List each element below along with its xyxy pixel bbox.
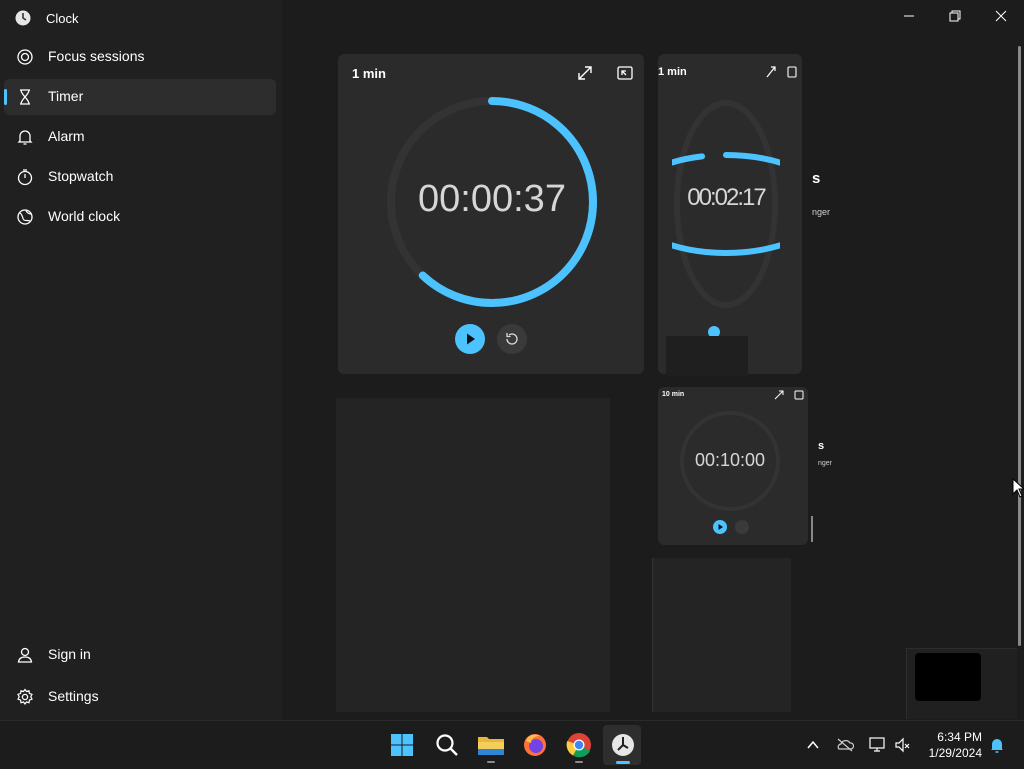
timer-time: 00:10:00 xyxy=(694,450,766,470)
nav-item-settings[interactable]: Settings xyxy=(4,679,276,715)
firefox-icon[interactable] xyxy=(519,729,551,761)
notification-bell-icon[interactable] xyxy=(988,736,1006,754)
expand-icon[interactable] xyxy=(774,390,784,400)
timer-title: 10 min xyxy=(662,391,685,398)
focus-icon xyxy=(17,49,33,65)
text-fragment: nger xyxy=(818,460,833,467)
timer-title: 1 min xyxy=(658,66,687,78)
play-icon xyxy=(718,524,723,530)
nav-item-alarm[interactable]: Alarm xyxy=(4,119,276,155)
overlay-block xyxy=(666,336,748,376)
nav-item-stopwatch[interactable]: Stopwatch xyxy=(4,159,276,195)
nav-label: Settings xyxy=(48,688,99,704)
stopwatch-icon xyxy=(17,169,33,186)
bell-icon xyxy=(17,130,33,145)
running-indicator xyxy=(487,761,495,763)
overlay-panel xyxy=(906,648,1017,719)
network-icon[interactable] xyxy=(868,736,886,754)
nav-label: Timer xyxy=(48,88,84,104)
keep-on-top-icon[interactable] xyxy=(794,390,804,400)
nav-label: World clock xyxy=(48,208,121,224)
nav-item-world-clock[interactable]: World clock xyxy=(4,199,276,235)
black-block xyxy=(915,653,981,701)
timer-time: 00:02:17 xyxy=(687,184,766,211)
minimize-button[interactable] xyxy=(886,0,932,32)
play-icon xyxy=(467,333,475,345)
app-title: Clock xyxy=(46,11,79,26)
reset-icon xyxy=(506,333,518,345)
scrollbar[interactable] xyxy=(1018,46,1021,646)
timer-card[interactable]: 10 min 00:10:00 xyxy=(658,387,808,545)
close-button[interactable] xyxy=(978,0,1024,32)
search-icon[interactable] xyxy=(431,729,463,761)
play-button[interactable] xyxy=(455,324,485,354)
mouse-cursor-icon xyxy=(1012,478,1024,498)
volume-muted-icon[interactable] xyxy=(894,736,912,754)
nav-item-timer[interactable]: Timer xyxy=(4,79,276,115)
active-indicator xyxy=(616,761,630,764)
active-indicator xyxy=(4,89,7,105)
keep-on-top-icon[interactable] xyxy=(616,64,634,82)
clock-app-icon xyxy=(15,10,31,26)
restore-button[interactable] xyxy=(932,0,978,32)
expand-icon[interactable] xyxy=(576,64,594,82)
hourglass-icon xyxy=(20,89,30,105)
nav-label: Stopwatch xyxy=(48,168,114,184)
nav-label: Focus sessions xyxy=(48,48,145,64)
divider xyxy=(811,516,813,542)
sidebar: Clock Focus sessions Timer Alarm Stopwat… xyxy=(0,0,282,720)
restore-icon xyxy=(949,10,961,22)
taskbar: 6:34 PM 1/29/2024 xyxy=(0,720,1024,769)
play-button[interactable] xyxy=(713,520,727,534)
person-icon xyxy=(17,647,33,663)
taskbar-date[interactable]: 1/29/2024 xyxy=(929,746,982,760)
gear-icon xyxy=(17,688,33,705)
close-icon xyxy=(995,10,1007,22)
windows-start-icon[interactable] xyxy=(386,729,418,761)
running-indicator xyxy=(575,761,583,763)
clock-app-icon[interactable] xyxy=(607,729,639,761)
chrome-icon[interactable] xyxy=(563,729,595,761)
expand-icon[interactable] xyxy=(765,65,777,79)
reset-button[interactable] xyxy=(497,324,527,354)
text-fragment: s xyxy=(818,440,825,452)
taskbar-time[interactable]: 6:34 PM xyxy=(937,730,982,744)
empty-card-placeholder xyxy=(336,398,610,712)
empty-card-placeholder xyxy=(652,558,791,712)
globe-icon xyxy=(17,209,33,225)
timer-time: 00:00:37 xyxy=(418,178,566,220)
timer-title: 1 min xyxy=(352,66,386,81)
reset-button[interactable] xyxy=(735,520,749,534)
onedrive-icon[interactable] xyxy=(836,737,854,753)
chevron-up-icon[interactable] xyxy=(805,737,821,753)
nav-label: Sign in xyxy=(48,646,91,662)
text-fragment: s xyxy=(812,170,821,187)
nav-item-focus-sessions[interactable]: Focus sessions xyxy=(4,39,276,75)
text-fragment: nger xyxy=(812,207,831,217)
nav-item-sign-in[interactable]: Sign in xyxy=(4,637,276,673)
file-explorer-icon[interactable] xyxy=(475,729,507,761)
nav-label: Alarm xyxy=(48,128,85,144)
timer-card[interactable]: 1 min 00:00:37 xyxy=(338,54,644,374)
keep-on-top-icon[interactable] xyxy=(786,65,798,79)
minimize-icon xyxy=(904,15,914,17)
timer-card[interactable]: 1 min 00:02:17 xyxy=(658,54,802,376)
